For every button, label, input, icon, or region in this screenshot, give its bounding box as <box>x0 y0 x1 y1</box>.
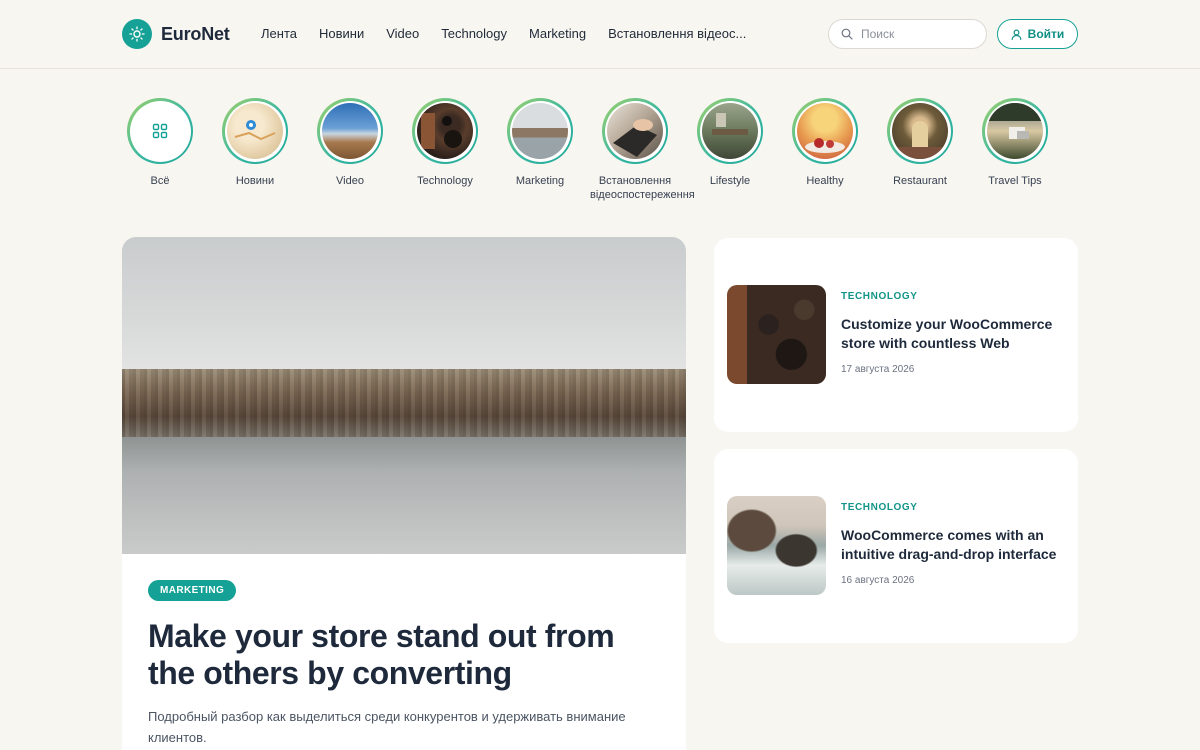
category-label: Restaurant <box>893 175 947 187</box>
post-category[interactable]: TECHNOLOGY <box>841 502 1066 513</box>
post-date: 16 августа 2026 <box>841 575 915 586</box>
featured-image[interactable] <box>122 237 686 554</box>
story-ring <box>507 98 573 164</box>
post-category[interactable]: TECHNOLOGY <box>841 291 1066 302</box>
post-thumbnail[interactable] <box>727 285 826 384</box>
sun-icon <box>122 19 152 49</box>
category-technology[interactable]: Technology <box>400 98 490 188</box>
story-ring <box>317 98 383 164</box>
featured-post-card[interactable]: MARKETING Make your store stand out from… <box>122 237 686 750</box>
login-button[interactable]: Войти <box>997 19 1078 49</box>
category-badge[interactable]: MARKETING <box>148 580 237 601</box>
category-label: Новини <box>235 175 275 187</box>
tunnel-thumb <box>892 103 948 159</box>
category-marketing[interactable]: Marketing <box>495 98 585 188</box>
featured-description: Подробный разбор как выделиться среди ко… <box>148 709 626 745</box>
post-title[interactable]: Customize your WooCommerce store with co… <box>841 315 1066 353</box>
nav-item-feed[interactable]: Лента <box>261 26 297 41</box>
desk-thumb <box>417 103 473 159</box>
story-ring <box>887 98 953 164</box>
grid-icon <box>132 103 188 159</box>
post-thumbnail[interactable] <box>727 496 826 595</box>
main-nav: Лента Новини Video Technology Marketing … <box>261 26 768 41</box>
map-thumb <box>227 103 283 159</box>
category-label: Video <box>336 175 364 187</box>
side-post-card[interactable]: TECHNOLOGY WooCommerce comes with an int… <box>714 449 1078 643</box>
category-lifestyle[interactable]: Lifestyle <box>685 98 775 188</box>
story-ring <box>222 98 288 164</box>
typing-thumb <box>607 103 663 159</box>
category-video[interactable]: Video <box>305 98 395 188</box>
user-icon <box>1011 29 1022 40</box>
story-ring <box>127 98 193 164</box>
category-label: Lifestyle <box>709 175 751 187</box>
category-label: Всё <box>150 175 170 187</box>
category-all[interactable]: Всё <box>115 98 205 188</box>
search-icon <box>841 28 853 40</box>
login-label: Войти <box>1027 27 1065 41</box>
story-ring <box>982 98 1048 164</box>
pier-thumb <box>512 103 568 159</box>
category-travel-tips[interactable]: Travel Tips <box>970 98 1060 188</box>
category-restaurant[interactable]: Restaurant <box>875 98 965 188</box>
side-post-text: TECHNOLOGY Customize your WooCommerce st… <box>841 291 1066 375</box>
category-healthy[interactable]: Healthy <box>780 98 870 188</box>
side-post-card[interactable]: TECHNOLOGY Customize your WooCommerce st… <box>714 238 1078 432</box>
nav-item-technology[interactable]: Technology <box>441 26 507 41</box>
featured-body: MARKETING Make your store stand out from… <box>122 554 686 748</box>
story-ring <box>697 98 763 164</box>
room-thumb <box>702 103 758 159</box>
story-ring <box>792 98 858 164</box>
fruit-thumb <box>797 103 853 159</box>
featured-title[interactable]: Make your store stand out from the other… <box>148 618 660 692</box>
category-label: Technology <box>417 175 473 187</box>
search-box[interactable] <box>828 19 987 49</box>
story-ring <box>602 98 668 164</box>
category-label: Встановлення відеоспостереження <box>590 175 695 201</box>
search-input[interactable] <box>861 27 971 41</box>
category-label: Travel Tips <box>988 175 1042 187</box>
brand-logo[interactable]: EuroNet <box>122 19 230 49</box>
category-cctv[interactable]: Встановлення відеоспостереження <box>590 98 695 202</box>
category-stories: Всё Новини Video Technology Marketing Вс… <box>122 98 1082 208</box>
category-news[interactable]: Новини <box>210 98 300 188</box>
nav-item-cctv[interactable]: Встановлення відеос... <box>608 26 746 41</box>
landscape-thumb <box>322 103 378 159</box>
side-post-text: TECHNOLOGY WooCommerce comes with an int… <box>841 502 1066 586</box>
post-title[interactable]: WooCommerce comes with an intuitive drag… <box>841 526 1066 564</box>
nav-item-news[interactable]: Новини <box>319 26 364 41</box>
category-label: Healthy <box>806 175 844 187</box>
nav-item-marketing[interactable]: Marketing <box>529 26 586 41</box>
brand-name: EuroNet <box>161 23 230 44</box>
travel-thumb <box>987 103 1043 159</box>
site-header: EuroNet Лента Новини Video Technology Ma… <box>0 0 1200 69</box>
nav-item-video[interactable]: Video <box>386 26 419 41</box>
category-label: Marketing <box>515 175 565 187</box>
story-ring <box>412 98 478 164</box>
post-date: 17 августа 2026 <box>841 364 915 375</box>
